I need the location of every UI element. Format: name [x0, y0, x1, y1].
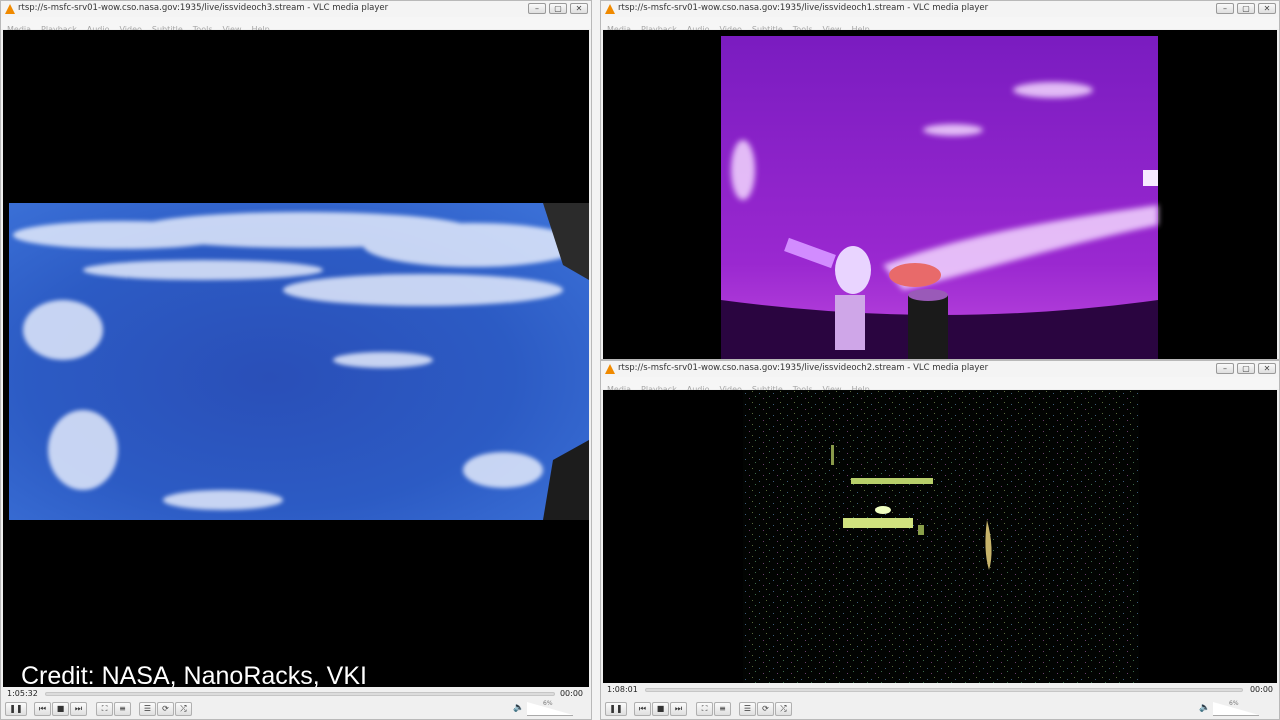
- video-area[interactable]: [603, 30, 1277, 359]
- speaker-icon: 🔈: [1199, 703, 1211, 713]
- random-button[interactable]: ⤮: [775, 702, 792, 716]
- playlist-button[interactable]: ☰: [139, 702, 156, 716]
- seek-track[interactable]: [645, 688, 1243, 692]
- total-time: 00:00: [559, 689, 583, 698]
- random-button[interactable]: ⤮: [175, 702, 192, 716]
- control-bar: ❚❚ ⏮ ■ ⏭ ⛶ ≡ ☰ ⟳ ⤮ 🔈 6%: [1, 699, 591, 719]
- volume-percent: 6%: [1229, 700, 1239, 707]
- loop-button[interactable]: ⟳: [157, 702, 174, 716]
- close-button[interactable]: ✕: [1258, 363, 1276, 374]
- elapsed-time: 1:08:01: [607, 685, 638, 694]
- window-title: rtsp://s-msfc-srv01-wow.cso.nasa.gov:193…: [18, 3, 389, 13]
- close-button[interactable]: ✕: [570, 3, 588, 14]
- stop-button[interactable]: ■: [52, 702, 69, 716]
- next-button[interactable]: ⏭: [70, 702, 87, 716]
- total-time: 00:00: [1249, 685, 1273, 694]
- seek-bar[interactable]: 1:08:01 00:00: [601, 683, 1279, 697]
- title-bar[interactable]: rtsp://s-msfc-srv01-wow.cso.nasa.gov:193…: [601, 361, 1279, 378]
- control-bar: ❚❚ ⏮ ■ ⏭ ⛶ ≡ ☰ ⟳ ⤮ 🔈 6%: [601, 699, 1279, 719]
- maximize-button[interactable]: ▢: [549, 3, 567, 14]
- video-area[interactable]: Credit: NASA, NanoRacks, VKI: [3, 30, 589, 687]
- seek-track[interactable]: [45, 692, 555, 696]
- previous-button[interactable]: ⏮: [34, 702, 51, 716]
- menu-bar: MediaPlaybackAudioVideoSubtitleToolsView…: [601, 377, 1279, 394]
- stop-button[interactable]: ■: [652, 702, 669, 716]
- vlc-window-ch3: rtsp://s-msfc-srv01-wow.cso.nasa.gov:193…: [0, 0, 592, 720]
- vlc-cone-icon: [605, 4, 615, 14]
- menu-bar: MediaPlaybackAudioVideoSubtitleToolsView…: [601, 17, 1279, 34]
- earth-magenta-frame: [721, 36, 1158, 359]
- playlist-button[interactable]: ☰: [739, 702, 756, 716]
- volume-percent: 6%: [543, 700, 553, 707]
- pause-button[interactable]: ❚❚: [605, 702, 627, 716]
- credit-caption: Credit: NASA, NanoRacks, VKI: [21, 662, 367, 687]
- vlc-window-ch2: rtsp://s-msfc-srv01-wow.cso.nasa.gov:193…: [600, 360, 1280, 720]
- pause-button[interactable]: ❚❚: [5, 702, 27, 716]
- elapsed-time: 1:05:32: [7, 689, 38, 698]
- vlc-cone-icon: [605, 364, 615, 374]
- maximize-button[interactable]: ▢: [1237, 3, 1255, 14]
- volume-slider[interactable]: 🔈 6%: [513, 700, 573, 716]
- title-bar[interactable]: rtsp://s-msfc-srv01-wow.cso.nasa.gov:193…: [601, 1, 1279, 18]
- night-view-frame: [743, 390, 1139, 683]
- minimize-button[interactable]: –: [1216, 363, 1234, 374]
- video-area[interactable]: [603, 390, 1277, 683]
- volume-slider[interactable]: 🔈 6%: [1199, 700, 1259, 716]
- close-button[interactable]: ✕: [1258, 3, 1276, 14]
- vlc-window-ch1: rtsp://s-msfc-srv01-wow.cso.nasa.gov:193…: [600, 0, 1280, 360]
- previous-button[interactable]: ⏮: [634, 702, 651, 716]
- fullscreen-button[interactable]: ⛶: [96, 702, 113, 716]
- vlc-cone-icon: [5, 4, 15, 14]
- minimize-button[interactable]: –: [1216, 3, 1234, 14]
- speaker-icon: 🔈: [513, 703, 525, 713]
- next-button[interactable]: ⏭: [670, 702, 687, 716]
- maximize-button[interactable]: ▢: [1237, 363, 1255, 374]
- extended-settings-button[interactable]: ≡: [714, 702, 731, 716]
- earth-ocean-frame: [9, 203, 589, 520]
- title-bar[interactable]: rtsp://s-msfc-srv01-wow.cso.nasa.gov:193…: [1, 1, 591, 18]
- menu-bar: MediaPlaybackAudioVideoSubtitleToolsView…: [1, 17, 591, 34]
- loop-button[interactable]: ⟳: [757, 702, 774, 716]
- fullscreen-button[interactable]: ⛶: [696, 702, 713, 716]
- window-title: rtsp://s-msfc-srv01-wow.cso.nasa.gov:193…: [618, 3, 989, 13]
- extended-settings-button[interactable]: ≡: [114, 702, 131, 716]
- window-title: rtsp://s-msfc-srv01-wow.cso.nasa.gov:193…: [618, 363, 989, 373]
- minimize-button[interactable]: –: [528, 3, 546, 14]
